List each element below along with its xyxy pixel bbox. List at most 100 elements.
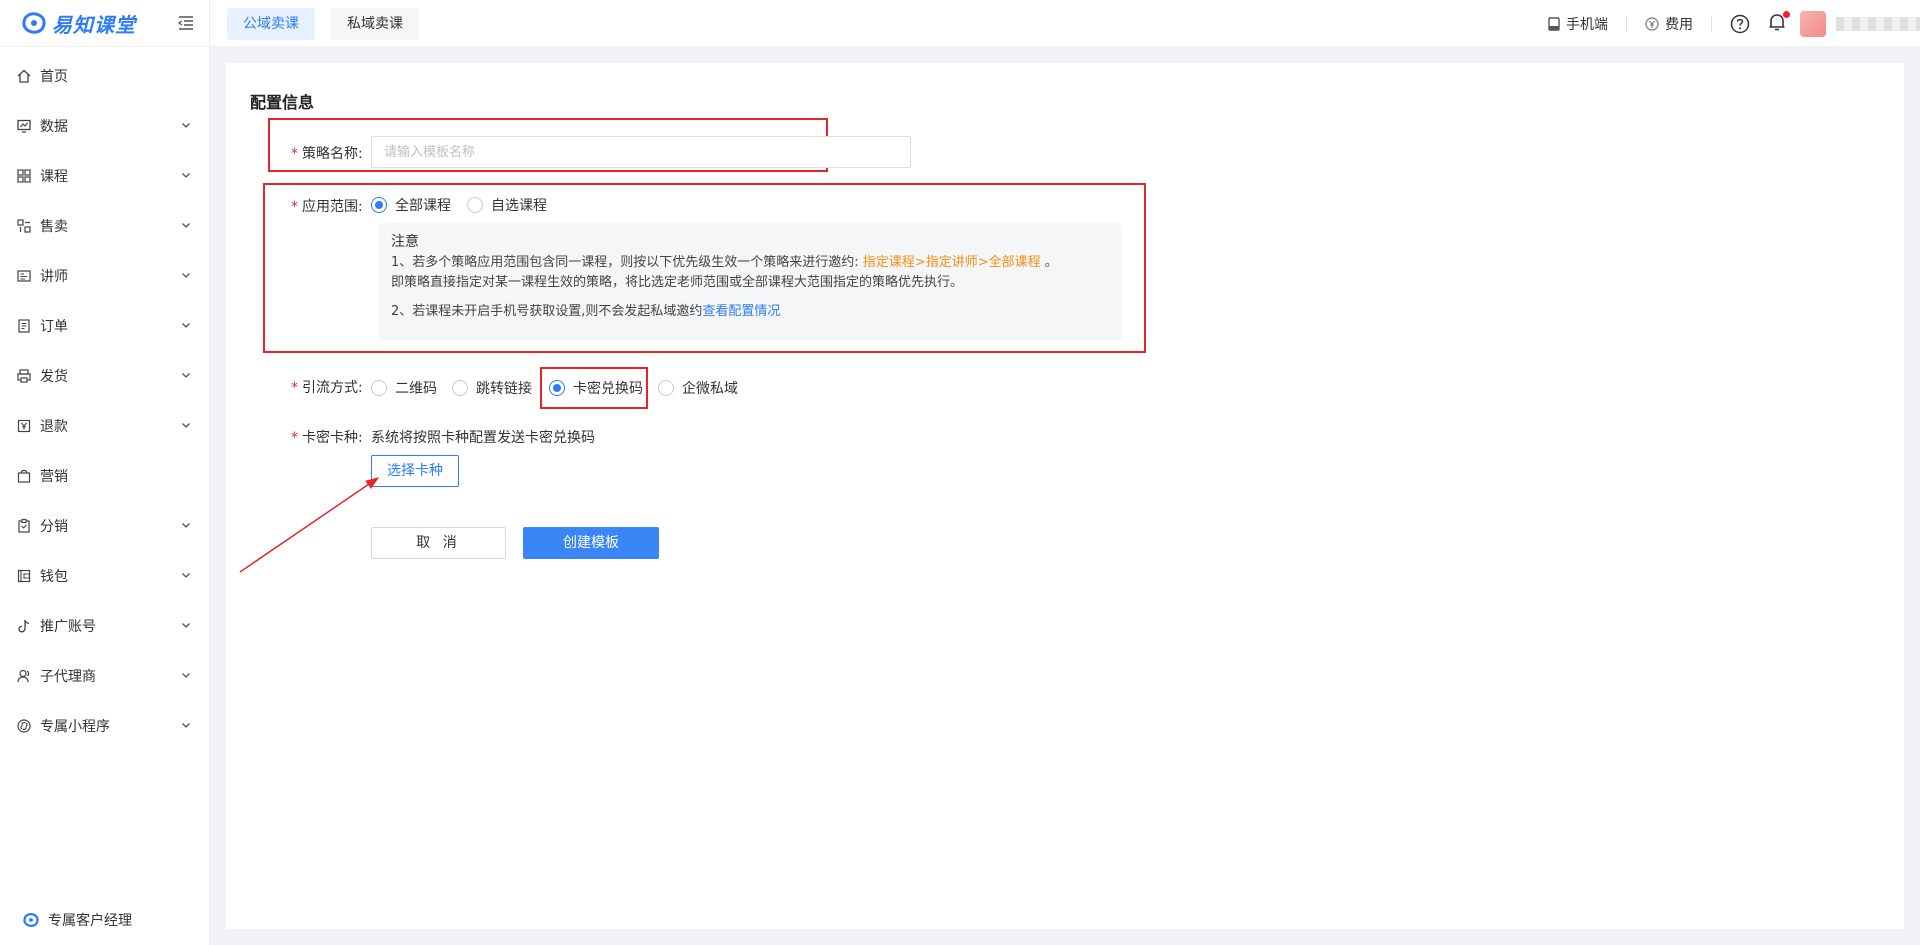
radio-dot — [549, 380, 565, 396]
logo-text: 易知课堂 — [52, 12, 136, 37]
scope-custom-radio[interactable]: 自选课程 — [467, 195, 547, 215]
wallet-icon — [16, 568, 32, 584]
method-link-label: 跳转链接 — [476, 381, 532, 397]
strategy-name-input[interactable] — [371, 136, 911, 168]
method-link-radio[interactable]: 跳转链接 — [452, 378, 532, 398]
main-content: 配置信息 *策略名称: *应用范围: 全部课程 自选课程 注意 1、若多个策略应… — [226, 63, 1904, 929]
username-blurred[interactable] — [1836, 16, 1920, 31]
notice-line-1-end: 。 — [1040, 255, 1058, 270]
sidebar-item-0[interactable]: 首页 — [0, 51, 209, 101]
chevron-down-icon — [181, 168, 191, 184]
divider — [1711, 15, 1712, 32]
sidebar-item-label: 售卖 — [40, 219, 68, 235]
sidebar-item-label: 退款 — [40, 419, 68, 435]
grid-icon — [16, 168, 32, 184]
account-manager-label: 专属客户经理 — [48, 913, 132, 929]
section-title: 配置信息 — [250, 93, 315, 112]
tab-public-course[interactable]: 公域卖课 — [227, 8, 315, 40]
view-config-link[interactable]: 查看配置情况 — [702, 304, 780, 319]
sidebar-item-label: 营销 — [40, 469, 68, 485]
method-qrcode-label: 二维码 — [395, 381, 437, 397]
sidebar-item-6[interactable]: 发货 — [0, 351, 209, 401]
chevron-down-icon — [181, 668, 191, 684]
mobile-link[interactable]: 手机端 — [1548, 14, 1608, 34]
required-mark: * — [291, 430, 298, 446]
sidebar-item-label: 讲师 — [40, 269, 68, 285]
scope-all-radio[interactable]: 全部课程 — [371, 195, 451, 215]
miniprogram-icon — [16, 718, 32, 734]
scope-all-label: 全部课程 — [395, 198, 451, 214]
sidebar-item-label: 专属小程序 — [40, 719, 110, 735]
notice-line-1-text: 1、若多个策略应用范围包含同一课程，则按以下优先级生效一个策略来进行邀约: — [391, 255, 863, 270]
fee-link[interactable]: 费用 — [1645, 14, 1693, 34]
chevron-down-icon — [181, 568, 191, 584]
notice-title: 注意 — [391, 234, 419, 250]
select-card-type-button[interactable]: 选择卡种 — [371, 455, 459, 487]
card-type-description: 系统将按照卡种配置发送卡密兑换码 — [371, 430, 595, 446]
sidebar-item-1[interactable]: 数据 — [0, 101, 209, 151]
sidebar-item-label: 推广账号 — [40, 619, 96, 635]
tiktok-icon — [16, 618, 32, 634]
sidebar-item-label: 子代理商 — [40, 669, 96, 685]
chevron-down-icon — [181, 368, 191, 384]
required-mark: * — [291, 199, 298, 215]
sidebar-item-3[interactable]: 售卖 — [0, 201, 209, 251]
help-icon[interactable] — [1730, 14, 1750, 34]
radio-dot — [467, 197, 483, 213]
sidebar-item-13[interactable]: 专属小程序 — [0, 701, 209, 751]
user-icon — [16, 668, 32, 684]
sidebar-item-label: 首页 — [40, 69, 68, 85]
top-right-actions: 手机端 费用 — [1548, 0, 1920, 47]
sidebar-item-8[interactable]: 营销 — [0, 451, 209, 501]
chevron-down-icon — [181, 318, 191, 334]
logo-small-icon — [23, 912, 39, 928]
sidebar-item-11[interactable]: 推广账号 — [0, 601, 209, 651]
sidebar-item-9[interactable]: 分销 — [0, 501, 209, 551]
sidebar-item-4[interactable]: 讲师 — [0, 251, 209, 301]
clipboard-icon — [16, 518, 32, 534]
printer-icon — [16, 368, 32, 384]
method-card-code-radio[interactable]: 卡密兑换码 — [549, 378, 643, 398]
sidebar-item-label: 钱包 — [40, 569, 68, 585]
required-mark: * — [291, 380, 298, 396]
sidebar-item-label: 订单 — [40, 319, 68, 335]
method-qrcode-radio[interactable]: 二维码 — [371, 378, 437, 398]
scope-custom-label: 自选课程 — [491, 198, 547, 214]
create-template-button[interactable]: 创建模板 — [523, 527, 659, 559]
tab-private-course[interactable]: 私域卖课 — [331, 8, 419, 40]
radio-dot — [658, 380, 674, 396]
sidebar-item-12[interactable]: 子代理商 — [0, 651, 209, 701]
sidebar-item-2[interactable]: 课程 — [0, 151, 209, 201]
cancel-button[interactable]: 取 消 — [371, 527, 506, 559]
notification-dot — [1783, 10, 1790, 18]
strategy-name-label: * 策略名称: — [291, 143, 363, 163]
bag-icon — [16, 468, 32, 484]
divider — [1626, 15, 1627, 32]
chevron-down-icon — [181, 218, 191, 234]
shop-icon — [16, 218, 32, 234]
sidebar-item-10[interactable]: 钱包 — [0, 551, 209, 601]
logo-icon — [22, 12, 46, 34]
sidebar-menu: 首页数据 课程售卖讲师订单发货退款营销分销钱包推广账号子代理商专属小程序 — [0, 47, 209, 751]
avatar[interactable] — [1800, 10, 1826, 37]
notifications[interactable] — [1768, 10, 1790, 36]
scope-label: * 应用范围: — [291, 196, 363, 216]
notice-line-1: 1、若多个策略应用范围包含同一课程，则按以下优先级生效一个策略来进行邀约: 指定… — [391, 253, 1109, 273]
chevron-down-icon — [181, 418, 191, 434]
sidebar-item-label: 发货 — [40, 369, 68, 385]
scope-label-text: 应用范围: — [302, 199, 363, 215]
chevron-down-icon — [181, 618, 191, 634]
mobile-icon — [1548, 16, 1560, 31]
required-mark: * — [291, 146, 298, 162]
account-manager-link[interactable]: 专属客户经理 — [22, 910, 132, 930]
method-wecom-radio[interactable]: 企微私域 — [658, 378, 738, 398]
home-icon — [16, 68, 32, 84]
top-bar: 公域卖课 私域卖课 手机端 费用 — [210, 0, 1920, 47]
sidebar-item-label: 分销 — [40, 519, 68, 535]
chevron-down-icon — [181, 518, 191, 534]
menu-collapse-icon[interactable] — [178, 16, 194, 30]
sidebar-item-7[interactable]: 退款 — [0, 401, 209, 451]
notice-line-1-cont: 即策略直接指定对某一课程生效的策略，将比选定老师范围或全部课程大范围指定的策略优… — [391, 275, 964, 290]
sidebar-item-5[interactable]: 订单 — [0, 301, 209, 351]
notice-line-2-text: 2、若课程未开启手机号获取设置,则不会发起私域邀约 — [391, 304, 703, 319]
